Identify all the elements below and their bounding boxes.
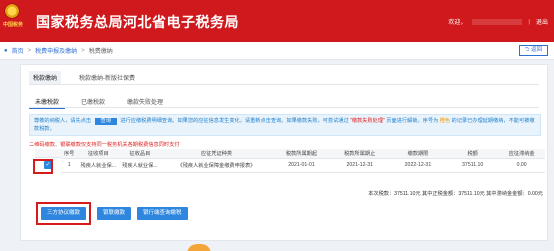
cell-seq: 1 xyxy=(61,158,78,173)
breadcrumb-home[interactable]: 首页 xyxy=(12,46,24,55)
cell-late-fee: 0.00 xyxy=(498,158,545,173)
emblem-caption: 中国税务 xyxy=(3,22,24,28)
cell-period-start: 2021-01-01 xyxy=(272,158,331,173)
tab-tax-payment[interactable]: 税款缴纳 xyxy=(29,71,62,85)
location-pin-icon: ● xyxy=(4,47,8,54)
checkbox-header xyxy=(35,149,61,158)
table-row[interactable]: 1 残疾人就业保... 残疾人就业保... 《残疾人就业保障金缴费申报表》 20… xyxy=(61,158,545,173)
col-due-date: 缴款期限 xyxy=(388,149,448,159)
breadcrumb-level1[interactable]: 税费申报及缴纳 xyxy=(35,46,77,55)
col-period-end: 税款所属期止 xyxy=(330,149,389,159)
logout-link[interactable]: 退出 xyxy=(536,17,548,26)
col-voucher-type: 应征凭证种类 xyxy=(160,149,273,159)
tax-emblem-icon xyxy=(4,3,20,19)
col-subitem: 征收品目 xyxy=(119,149,161,159)
welcome-text: 欢迎， xyxy=(448,20,467,26)
checkbox-highlight-box xyxy=(33,159,53,174)
back-label: 返回 xyxy=(530,47,542,53)
bottom-logo-icon xyxy=(187,244,211,251)
site-header: 中国税务 国家税务总局河北省电子税务局 欢迎， | 退出 xyxy=(0,0,554,42)
cell-voucher-type: 《残疾人就业保障金缴费申报表》 xyxy=(160,158,273,173)
header-separator: | xyxy=(528,18,530,25)
username-masked xyxy=(472,18,523,25)
bank-terminal-wrap: 银行端查询缴税 xyxy=(137,202,188,225)
cell-amount: 37511.10 xyxy=(447,158,499,173)
col-item: 征收项目 xyxy=(77,149,120,159)
col-period-start: 税款所属期起 xyxy=(272,149,331,159)
col-amount: 税额 xyxy=(447,149,499,159)
unionpay-pay-button[interactable]: 银联缴款 xyxy=(97,207,132,220)
breadcrumb-separator: > xyxy=(81,47,85,54)
unpaid-tax-table: 序号 征收项目 征收品目 应征凭证种类 税款所属期起 税款所属期止 缴款期限 税… xyxy=(61,149,545,173)
tab-social-insurance-payment[interactable]: 税款缴纳-新版社保费 xyxy=(75,71,139,85)
bank-terminal-query-button[interactable]: 银行端查询缴税 xyxy=(137,207,188,220)
content-card: 税款缴纳 税款缴纳-新版社保费 未缴税款 已缴税款 缴款失败处理 尊敬的纳税人，… xyxy=(20,64,548,241)
orange-highlight: 橙色 xyxy=(439,118,451,124)
back-arrow-icon: ⮌ xyxy=(525,47,530,53)
tab-divider xyxy=(29,84,539,85)
payment-summary: 本次税款：37511.10元 其中正税金额：37511.10元 其中滞纳金金额：… xyxy=(368,191,543,197)
table-header-row: 序号 征收项目 征收品目 应征凭证种类 税款所属期起 税款所属期止 缴款期限 税… xyxy=(61,149,545,159)
col-seq: 序号 xyxy=(61,149,78,159)
site-title: 国家税务总局河北省电子税务局 xyxy=(36,14,239,30)
tripartite-agreement-pay-button[interactable]: 三方协议缴款 xyxy=(41,207,87,220)
notice-text: 尊敬的纳税人，请先点击 xyxy=(34,118,92,124)
failed-handling-link[interactable]: "缴款失败处理" xyxy=(350,118,385,124)
back-button[interactable]: ⮌ 返回 xyxy=(519,45,548,56)
notice-text: 页面进行解锁。序号为 xyxy=(386,118,439,124)
notice-box: 尊敬的纳税人，请先点击 查询 进行应缴税费明细查询。如果您的应征信息发生变化，请… xyxy=(29,114,541,136)
payment-warning: 二维码缴款、银联缴款仅支持同一税务机关各期税费信息同时支付 xyxy=(29,142,180,148)
cell-due-date: 2022-12-31 xyxy=(388,158,448,173)
action-buttons: 三方协议缴款 银联缴款 银行端查询缴税 xyxy=(36,202,188,225)
breadcrumb-current: 税费缴纳 xyxy=(88,49,113,55)
subtab-divider xyxy=(29,107,539,108)
unionpay-wrap: 银联缴款 xyxy=(97,202,132,225)
cell-item: 残疾人就业保... xyxy=(77,158,120,173)
breadcrumb: ● 首页 > 税费申报及缴纳 > 税费缴纳 ⮌ 返回 xyxy=(0,42,554,60)
tripartite-highlight-box: 三方协议缴款 xyxy=(36,202,92,225)
cell-subitem: 残疾人就业保... xyxy=(119,158,161,173)
user-area: 欢迎， | 退出 xyxy=(448,17,548,26)
breadcrumb-separator: > xyxy=(27,47,32,54)
cell-period-end: 2021-12-31 xyxy=(330,158,389,173)
query-button[interactable]: 查询 xyxy=(94,118,117,125)
col-late-fee: 应征滞纳金 xyxy=(498,149,545,159)
notice-text: 进行应缴税费明细查询。如果您的应征信息发生变化，请重新点击查询。如果缴款失败，可… xyxy=(120,118,349,124)
top-tabs: 税款缴纳 税款缴纳-新版社保费 xyxy=(29,71,139,85)
